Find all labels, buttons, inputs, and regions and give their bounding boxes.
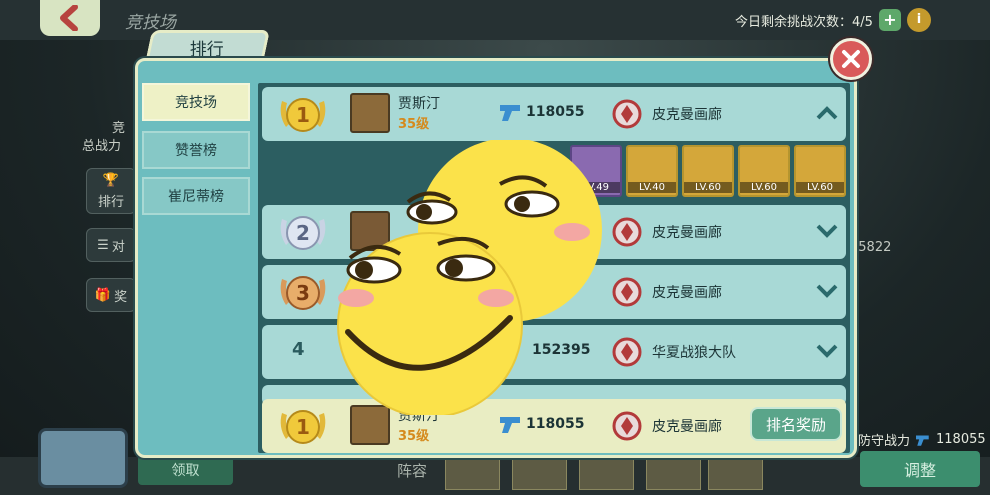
tab-praise[interactable]: 赞誉榜	[142, 131, 250, 169]
rank-reward-button[interactable]: 排名奖励	[750, 407, 842, 441]
close-button[interactable]	[830, 38, 872, 80]
my-rank-text: 1	[296, 415, 310, 439]
bg-button-3-label: 奖	[114, 289, 128, 305]
avatar[interactable]	[350, 93, 390, 133]
emoji-sticker-overlay	[337, 140, 602, 415]
challenge-counter-label: 今日剩余挑战次数：4/5	[735, 14, 873, 30]
defense-label: 防守战力	[858, 434, 911, 449]
tab-praise-label: 赞誉榜	[175, 143, 217, 159]
hero-lineup: LV.49 LV.40 LV.60 LV.60 LV.60	[570, 145, 850, 201]
gold-medal-icon: 1	[280, 98, 326, 132]
rank-1-text: 1	[296, 103, 310, 127]
player-name: 贾斯汀	[398, 96, 440, 112]
close-icon	[842, 50, 860, 68]
bg-button-2-label: 对	[111, 239, 125, 255]
tab-arena-label: 竞技场	[175, 95, 217, 111]
hero-card[interactable]: LV.40	[626, 145, 678, 197]
player-power: 118055	[526, 104, 585, 120]
defense-value: 118055	[936, 432, 986, 447]
info-icon[interactable]: i	[906, 8, 931, 32]
chevron-down-icon[interactable]	[816, 223, 838, 239]
guild-name: 皮克曼画廊	[652, 225, 722, 241]
tab-trinity[interactable]: 崔尼蒂榜	[142, 177, 250, 215]
guild-emblem-icon	[612, 99, 642, 129]
player-level: 35级	[398, 117, 430, 132]
adjust-button[interactable]: 调整	[860, 451, 980, 487]
chevron-up-icon[interactable]	[816, 105, 838, 121]
guild-name: 华夏战狼大队	[652, 345, 736, 361]
hero-level: LV.40	[628, 182, 676, 193]
gun-icon	[500, 105, 520, 121]
rank-number: 4	[292, 339, 305, 360]
bg-button-2[interactable]: ☰ 对	[86, 228, 136, 262]
chest-icon[interactable]	[38, 428, 128, 488]
hero-level: LV.60	[796, 182, 844, 193]
guild-emblem-icon	[612, 411, 642, 441]
guild-emblem-icon	[612, 337, 642, 367]
guild-emblem-icon	[612, 277, 642, 307]
back-arrow-icon	[60, 5, 78, 31]
my-player-power: 118055	[526, 416, 585, 432]
trophy-icon: 🏆	[102, 172, 120, 188]
guild-emblem-icon	[612, 217, 642, 247]
ranking-row[interactable]: 1 贾斯汀 35级 118055 皮克曼画廊	[262, 87, 846, 141]
hero-level: LV.60	[740, 182, 788, 193]
guild-name: 皮克曼画廊	[652, 107, 722, 123]
hero-card[interactable]: LV.60	[738, 145, 790, 197]
list-icon: ☰	[97, 237, 109, 253]
back-button[interactable]	[40, 0, 100, 36]
chevron-down-icon[interactable]	[816, 343, 838, 359]
bg-side-text-2: 总战力	[82, 139, 122, 154]
rank-2-text: 2	[296, 221, 310, 245]
lineup-label: 阵容	[397, 462, 428, 480]
bg-rank-button-label: 排行	[97, 194, 124, 210]
hero-card[interactable]: LV.60	[682, 145, 734, 197]
gun-icon	[500, 417, 520, 433]
defense-power: 防守战力 118055	[858, 430, 986, 449]
hero-level: LV.60	[684, 182, 732, 193]
hero-card[interactable]: LV.60	[794, 145, 846, 197]
my-player-level: 35级	[398, 429, 430, 444]
tab-arena[interactable]: 竞技场	[142, 83, 250, 121]
chevron-down-icon[interactable]	[816, 283, 838, 299]
claim-button[interactable]: 领取	[138, 455, 233, 485]
guild-name: 皮克曼画廊	[652, 285, 722, 301]
gift-icon: 🎁	[94, 287, 112, 303]
gun-icon	[916, 435, 929, 446]
bg-button-3[interactable]: 🎁 奖	[86, 278, 136, 312]
rank-3-text: 3	[296, 281, 310, 305]
bg-rank-button[interactable]: 🏆 排行	[86, 168, 136, 214]
my-guild-name: 皮克曼画廊	[652, 419, 722, 435]
challenge-counter: 今日剩余挑战次数：4/5 + i	[735, 8, 931, 32]
add-challenge-button[interactable]: +	[878, 9, 901, 31]
tab-trinity-label: 崔尼蒂榜	[168, 189, 224, 205]
